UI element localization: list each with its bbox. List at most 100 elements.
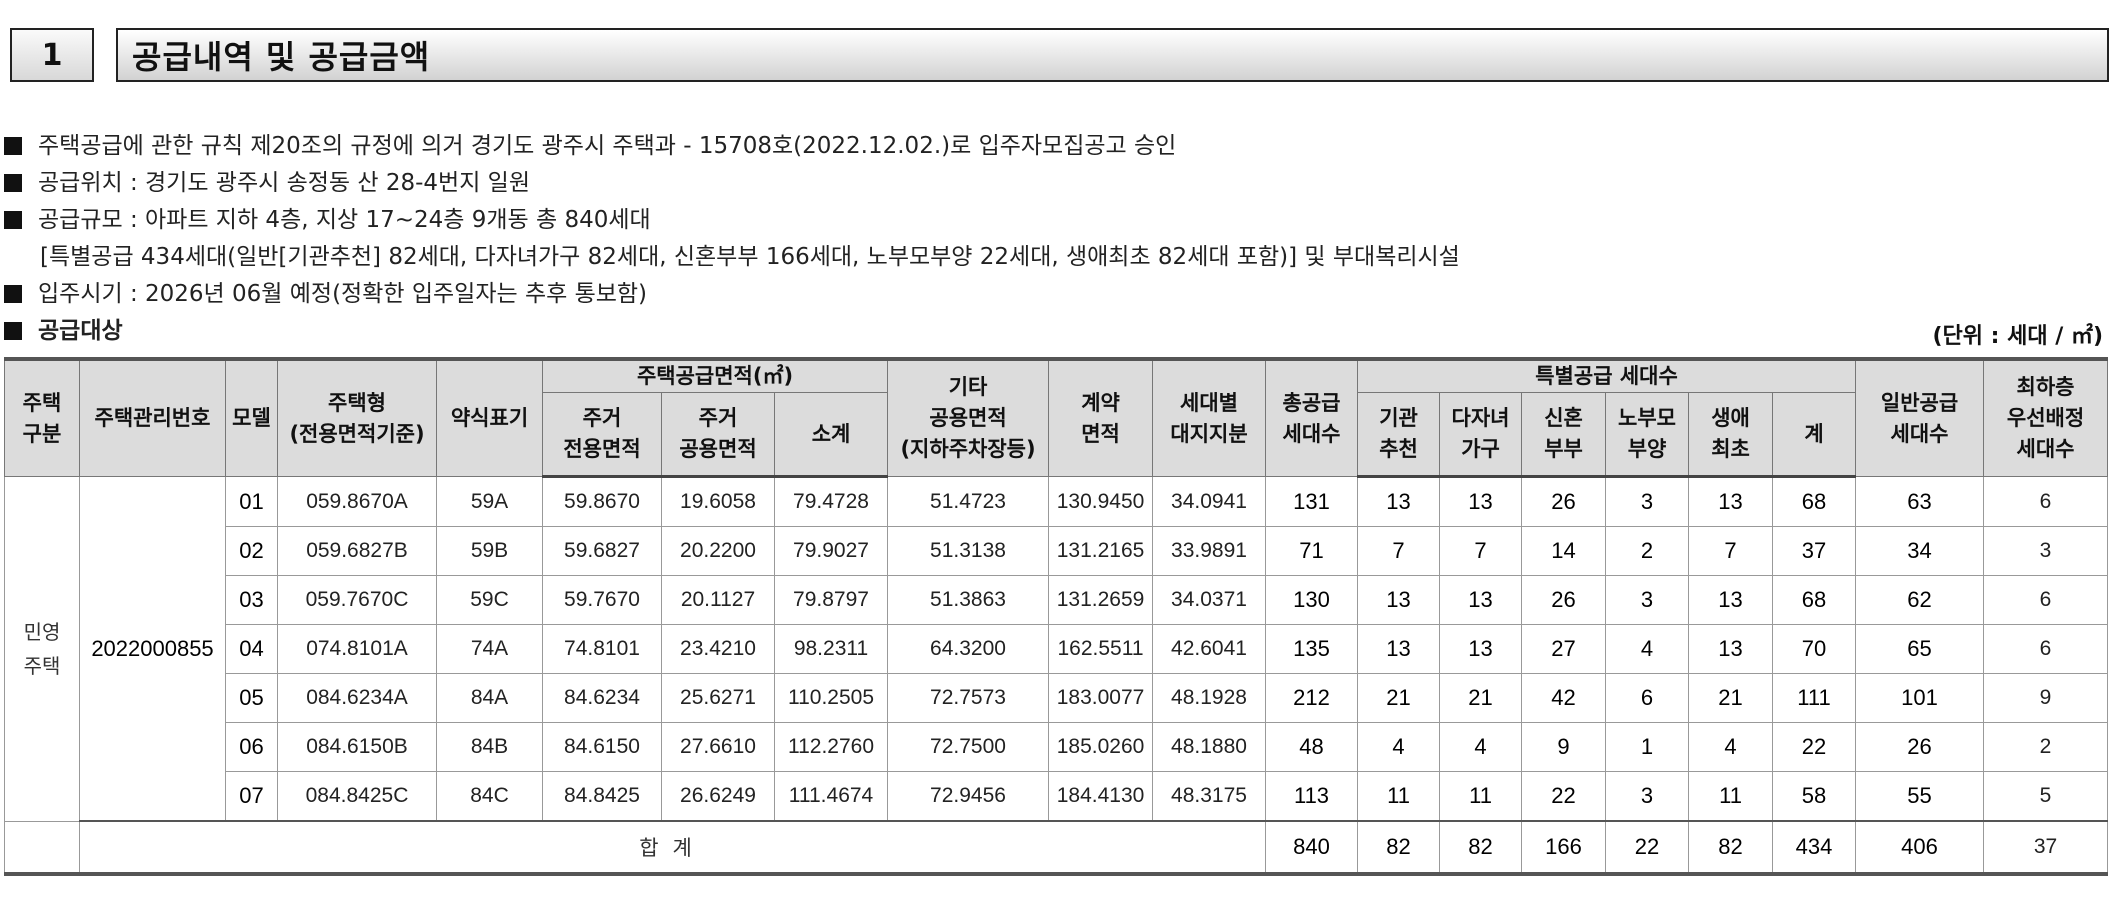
table-cell: 21 [1357, 673, 1441, 723]
table-row: 06 084.6150B 84B 84.6150 27.6610 112.2760 72.7… [5, 722, 2109, 772]
table-cell: 98.2311 [773, 624, 889, 674]
table-cell: 59.7670 [542, 575, 662, 625]
total-cell: 434 [1772, 820, 1857, 875]
table-cell: 55 [1855, 771, 1985, 822]
table-cell: 112.2760 [773, 722, 889, 772]
note-scale: 공급규모 : 아파트 지하 4층, 지상 17~24층 9개동 총 840세대 [0, 200, 651, 234]
table-cell: 14 [1521, 526, 1607, 576]
table-cell: 06 [225, 722, 278, 772]
table-cell: 59A [436, 476, 543, 527]
housing-type-cell: 민영 주택 [4, 476, 80, 822]
total-cell: 840 [1265, 820, 1359, 875]
table-cell: 34.0941 [1152, 476, 1267, 527]
table-cell: 84B [436, 722, 543, 772]
table-cell: 131.2659 [1048, 575, 1154, 625]
bullet-square-icon [4, 174, 22, 192]
table-cell: 13 [1688, 624, 1774, 674]
table-cell: 58 [1772, 771, 1857, 822]
table-cell: 23.4210 [661, 624, 775, 674]
table-cell: 135 [1265, 624, 1359, 674]
table-cell: 185.0260 [1048, 722, 1154, 772]
note-text: 주택공급에 관한 규칙 제20조의 규정에 의거 경기도 광주시 주택과 - 1… [38, 133, 1177, 159]
header-elderly: 노부모 부양 [1605, 392, 1690, 478]
header-mgmt-no: 주택관리번호 [79, 358, 226, 477]
table-cell: 6 [1983, 476, 2109, 527]
table-cell: 48.3175 [1152, 771, 1267, 822]
note-text: 공급규모 : 아파트 지하 4층, 지상 17~24층 9개동 총 840세대 [38, 207, 651, 233]
table-cell: 212 [1265, 673, 1359, 723]
table-row: 07 084.8425C 84C 84.8425 26.6249 111.4674 72.9… [5, 771, 2109, 822]
table-cell: 059.8670A [277, 476, 437, 527]
section-header: 1 공급내역 및 공급금액 [10, 28, 2109, 82]
table-cell: 51.3863 [887, 575, 1050, 625]
section-title: 공급내역 및 공급금액 [116, 28, 2109, 82]
table-cell: 02 [225, 526, 278, 576]
header-land-share: 세대별 대지지분 [1152, 358, 1267, 477]
table-cell: 13 [1357, 476, 1441, 527]
table-row: 03 059.7670C 59C 59.7670 20.1127 79.8797 51.38… [5, 575, 2109, 625]
table-cell: 59B [436, 526, 543, 576]
table-cell: 130.9450 [1048, 476, 1154, 527]
total-row: 합계 840 82 82 166 22 82 434 406 37 [4, 820, 2109, 875]
table-cell: 63 [1855, 476, 1985, 527]
table-cell: 059.6827B [277, 526, 437, 576]
table-cell: 4 [1605, 624, 1690, 674]
table-cell: 74.8101 [542, 624, 662, 674]
header-general: 일반공급 세대수 [1855, 358, 1985, 477]
table-cell: 71 [1265, 526, 1359, 576]
total-cell: 406 [1855, 820, 1985, 875]
table-cell: 131.2165 [1048, 526, 1154, 576]
note-text: [특별공급 434세대(일반[기관추천] 82세대, 다자녀가구 82세대, 신… [40, 244, 1460, 270]
table-cell: 42.6041 [1152, 624, 1267, 674]
table-cell: 79.4728 [773, 476, 889, 527]
table-cell: 4 [1688, 722, 1774, 772]
table-cell: 13 [1439, 575, 1523, 625]
header-abbr: 약식표기 [436, 358, 543, 477]
note-scale-detail: [특별공급 434세대(일반[기관추천] 82세대, 다자녀가구 82세대, 신… [40, 237, 1460, 271]
table-cell: 05 [225, 673, 278, 723]
table-cell: 72.7573 [887, 673, 1050, 723]
table-cell: 48.1928 [1152, 673, 1267, 723]
table-cell: 074.8101A [277, 624, 437, 674]
bullet-square-icon [4, 137, 22, 155]
header-special: 특별공급 세대수 [1357, 358, 1857, 393]
table-cell: 13 [1357, 575, 1441, 625]
bullet-square-icon [4, 285, 22, 303]
total-blank-cell [4, 820, 80, 875]
header-common: 주거 공용면적 [661, 392, 775, 478]
bullet-square-icon [4, 211, 22, 229]
table-cell: 03 [225, 575, 278, 625]
table-cell: 68 [1772, 575, 1857, 625]
table-cell: 84C [436, 771, 543, 822]
header-total-supply: 총공급 세대수 [1265, 358, 1359, 477]
table-cell: 33.9891 [1152, 526, 1267, 576]
header-house-type: 주택형 (전용면적기준) [277, 358, 437, 477]
total-cell: 37 [1983, 820, 2109, 875]
table-cell: 4 [1439, 722, 1523, 772]
table-cell: 7 [1439, 526, 1523, 576]
table-cell: 113 [1265, 771, 1359, 822]
supply-table: 주택 구분 주택관리번호 모델 주택형 (전용면적기준) 약식표기 주택공급면적(㎡… [4, 357, 2109, 876]
table-cell: 65 [1855, 624, 1985, 674]
table-cell: 62 [1855, 575, 1985, 625]
total-cell: 82 [1439, 820, 1523, 875]
table-cell: 3 [1605, 575, 1690, 625]
table-cell: 59C [436, 575, 543, 625]
table-cell: 26 [1521, 476, 1607, 527]
table-row: 04 074.8101A 74A 74.8101 23.4210 98.2311 64.32… [5, 624, 2109, 674]
note-text: 공급대상 [38, 318, 123, 344]
table-cell: 72.9456 [887, 771, 1050, 822]
table-cell: 13 [1688, 575, 1774, 625]
table-cell: 184.4130 [1048, 771, 1154, 822]
table-cell: 07 [225, 771, 278, 822]
table-cell: 20.2200 [661, 526, 775, 576]
header-other-common: 기타 공용면적 (지하주차장등) [887, 358, 1050, 477]
table-cell: 74A [436, 624, 543, 674]
total-cell: 82 [1688, 820, 1774, 875]
table-cell: 26 [1855, 722, 1985, 772]
header-model: 모델 [225, 358, 278, 477]
table-cell: 84.8425 [542, 771, 662, 822]
table-cell: 64.3200 [887, 624, 1050, 674]
note-approval: 주택공급에 관한 규칙 제20조의 규정에 의거 경기도 광주시 주택과 - 1… [0, 126, 1176, 160]
table-cell: 37 [1772, 526, 1857, 576]
